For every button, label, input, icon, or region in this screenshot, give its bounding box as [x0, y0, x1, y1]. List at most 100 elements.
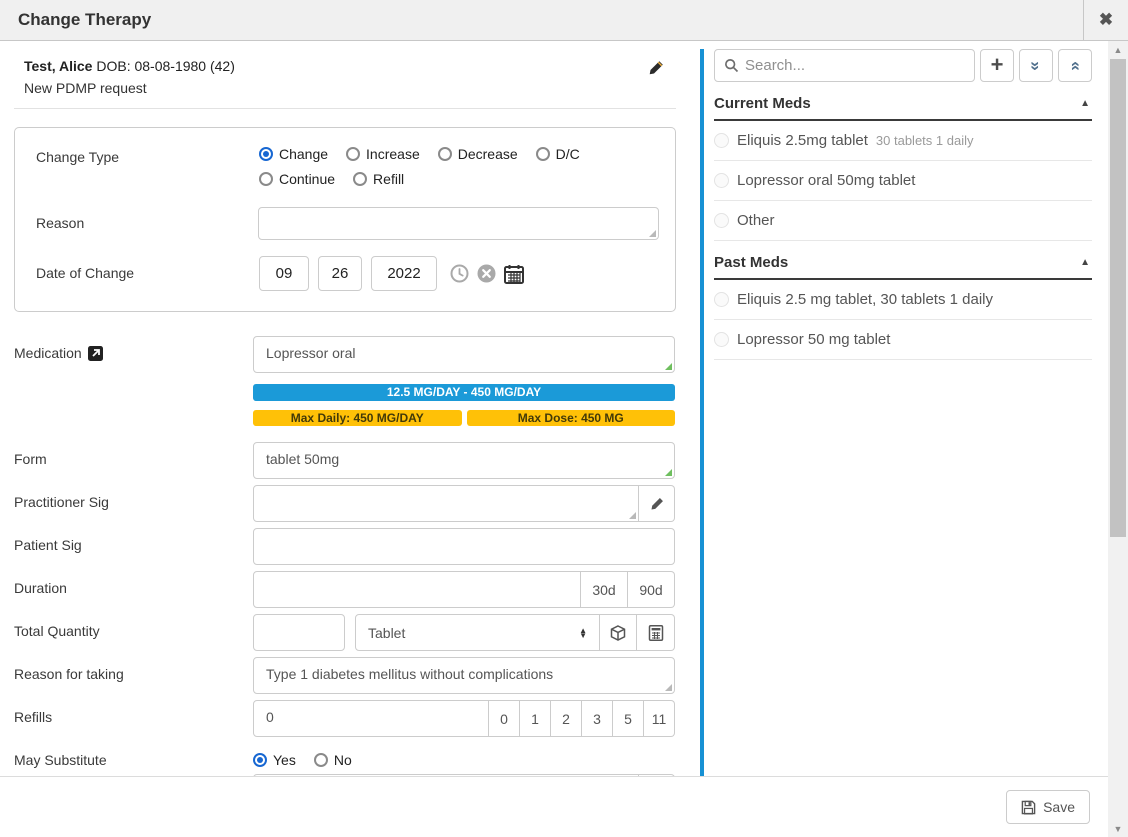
dose-range-badge: 12.5 MG/DAY - 450 MG/DAY	[253, 384, 675, 401]
radio-option-decrease[interactable]: Decrease	[438, 146, 518, 162]
expand-all-button[interactable]: »	[1019, 49, 1053, 82]
sidebar-toolbar: + » »	[714, 49, 1092, 82]
calendar-icon	[504, 264, 524, 284]
prescription-form: Test, Alice DOB: 08-08-1980 (42) New PDM…	[0, 41, 690, 776]
radio-icon	[438, 147, 452, 161]
past-meds-header[interactable]: Past Meds ▲	[714, 241, 1092, 280]
clock-icon	[450, 264, 469, 283]
med-item-lopressor-past[interactable]: Lopressor 50 mg tablet	[714, 320, 1092, 360]
duration-30d-button[interactable]: 30d	[581, 571, 628, 608]
set-current-time-button[interactable]	[450, 264, 469, 283]
reason-textarea[interactable]	[258, 207, 659, 240]
refills-2-button[interactable]: 2	[551, 700, 582, 737]
med-item-eliquis-past[interactable]: Eliquis 2.5 mg tablet, 30 tablets 1 dail…	[714, 280, 1092, 320]
scroll-up-arrow-icon[interactable]: ▲	[1108, 41, 1128, 58]
dialog-footer: Save	[0, 776, 1108, 837]
patient-header: Test, Alice DOB: 08-08-1980 (42) New PDM…	[14, 54, 676, 109]
edit-patient-button[interactable]	[648, 60, 664, 76]
dialog-header: Change Therapy ✖	[0, 0, 1128, 41]
patient-sig-label: Patient Sig	[14, 537, 82, 553]
patient-name: Test, Alice	[24, 58, 92, 74]
date-day-input[interactable]: 26	[318, 256, 362, 291]
double-chevron-down-icon: »	[1026, 61, 1046, 70]
calculator-button[interactable]	[637, 614, 675, 651]
collapse-section-icon[interactable]: ▲	[1080, 98, 1090, 109]
calculator-icon	[648, 625, 664, 641]
past-meds-title: Past Meds	[714, 254, 788, 271]
total-quantity-label: Total Quantity	[14, 623, 100, 639]
date-of-change-controls: 09 26 2022	[259, 256, 524, 291]
refills-input[interactable]: 0	[253, 700, 489, 737]
radio-option-dc[interactable]: D/C	[536, 146, 580, 162]
med-radio-icon	[714, 332, 729, 347]
edit-sig-button[interactable]	[639, 485, 675, 522]
change-type-label: Change Type	[36, 146, 259, 187]
meds-search-input[interactable]	[745, 57, 965, 74]
form-textarea[interactable]: tablet 50mg	[253, 442, 675, 479]
cube-icon	[610, 625, 626, 641]
practitioner-sig-label: Practitioner Sig	[14, 494, 109, 510]
medication-lookup-button[interactable]	[88, 346, 103, 361]
radio-icon	[253, 753, 267, 767]
reason-label: Reason	[36, 207, 258, 240]
open-calendar-button[interactable]	[504, 264, 524, 284]
med-item-other[interactable]: Other	[714, 201, 1092, 241]
refills-11-button[interactable]: 11	[644, 700, 675, 737]
radio-icon	[259, 172, 273, 186]
duration-90d-button[interactable]: 90d	[628, 571, 675, 608]
search-icon	[724, 58, 739, 73]
max-daily-badge: Max Daily: 450 MG/DAY	[253, 410, 462, 426]
meds-sidebar: + » » Current Meds ▲ Eliquis 2.5mg table…	[700, 49, 1092, 776]
med-item-lopressor-current[interactable]: Lopressor oral 50mg tablet	[714, 161, 1092, 201]
change-type-options: Change Increase Decrease D/C	[259, 146, 589, 187]
medication-label: Medication	[14, 345, 82, 361]
substitute-no-option[interactable]: No	[314, 752, 352, 768]
radio-option-change[interactable]: Change	[259, 146, 328, 162]
reason-for-taking-textarea[interactable]: Type 1 diabetes mellitus without complic…	[253, 657, 675, 694]
scroll-down-arrow-icon[interactable]: ▼	[1108, 820, 1128, 837]
external-link-icon	[88, 346, 103, 361]
total-quantity-input[interactable]	[253, 614, 345, 651]
dialog-body: Test, Alice DOB: 08-08-1980 (42) New PDM…	[0, 41, 1108, 776]
practitioner-sig-textarea[interactable]	[253, 485, 639, 522]
date-year-input[interactable]: 2022	[371, 256, 437, 291]
med-item-eliquis-current[interactable]: Eliquis 2.5mg tablet 30 tablets 1 daily	[714, 121, 1092, 161]
radio-icon	[353, 172, 367, 186]
radio-option-continue[interactable]: Continue	[259, 171, 335, 187]
close-button[interactable]: ✖	[1083, 0, 1128, 41]
duration-input[interactable]	[253, 571, 581, 608]
refills-0-button[interactable]: 0	[489, 700, 520, 737]
refills-3-button[interactable]: 3	[582, 700, 613, 737]
collapse-section-icon[interactable]: ▲	[1080, 257, 1090, 268]
refills-1-button[interactable]: 1	[520, 700, 551, 737]
save-label: Save	[1043, 799, 1075, 815]
pdmp-request-link[interactable]: New PDMP request	[24, 80, 676, 96]
add-med-button[interactable]: +	[980, 49, 1014, 82]
scrollbar-thumb[interactable]	[1110, 59, 1126, 537]
radio-option-refill[interactable]: Refill	[353, 171, 404, 187]
current-meds-header[interactable]: Current Meds ▲	[714, 82, 1092, 121]
substitute-yes-option[interactable]: Yes	[253, 752, 296, 768]
collapse-all-button[interactable]: »	[1058, 49, 1092, 82]
patient-dob: DOB: 08-08-1980 (42)	[96, 58, 235, 74]
close-icon: ✖	[1099, 10, 1113, 30]
save-button[interactable]: Save	[1006, 790, 1090, 824]
meds-search-field[interactable]	[714, 49, 975, 82]
may-substitute-label: May Substitute	[14, 752, 107, 768]
radio-option-increase[interactable]: Increase	[346, 146, 420, 162]
select-arrows-icon: ▲▼	[579, 628, 587, 638]
vertical-scrollbar[interactable]: ▲ ▼	[1108, 41, 1128, 837]
radio-icon	[259, 147, 273, 161]
date-month-input[interactable]: 09	[259, 256, 309, 291]
reason-for-taking-label: Reason for taking	[14, 666, 124, 682]
medication-textarea[interactable]: Lopressor oral	[253, 336, 675, 373]
package-button[interactable]	[600, 614, 637, 651]
pencil-icon	[650, 497, 664, 511]
quantity-unit-select[interactable]: Tablet ▲▼	[355, 614, 600, 651]
radio-icon	[536, 147, 550, 161]
refills-5-button[interactable]: 5	[613, 700, 644, 737]
dialog-title: Change Therapy	[0, 10, 1083, 30]
patient-sig-input[interactable]	[253, 528, 675, 565]
clear-date-button[interactable]	[477, 264, 496, 283]
radio-icon	[346, 147, 360, 161]
